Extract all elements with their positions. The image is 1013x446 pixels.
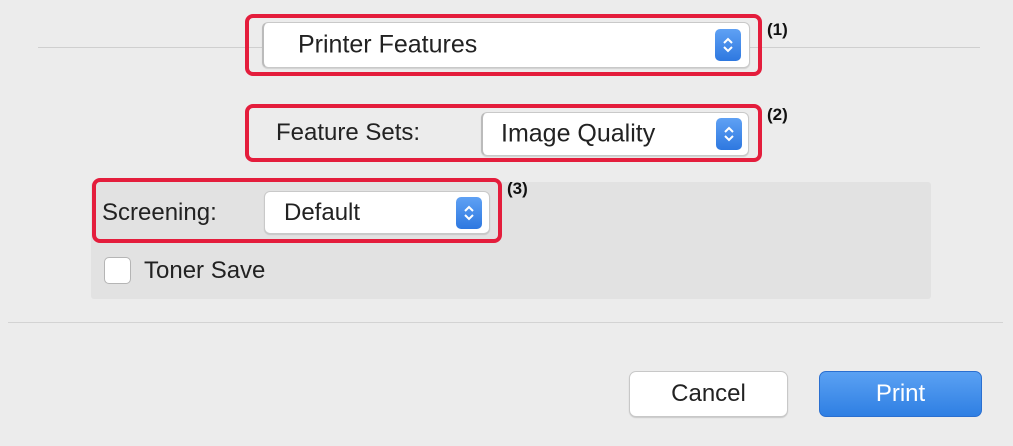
callout-box-3 xyxy=(92,178,502,243)
cancel-button[interactable]: Cancel xyxy=(629,371,788,417)
callout-3: (3) xyxy=(507,179,528,198)
callout-2: (2) xyxy=(767,105,788,124)
callout-box-2 xyxy=(245,104,762,162)
callout-1: (1) xyxy=(767,20,788,39)
print-button[interactable]: Print xyxy=(819,371,982,417)
toner-save-label: Toner Save xyxy=(144,257,266,284)
callout-box-1 xyxy=(245,14,762,76)
toner-save-checkbox[interactable] xyxy=(104,257,131,284)
bottom-divider xyxy=(8,322,1003,323)
